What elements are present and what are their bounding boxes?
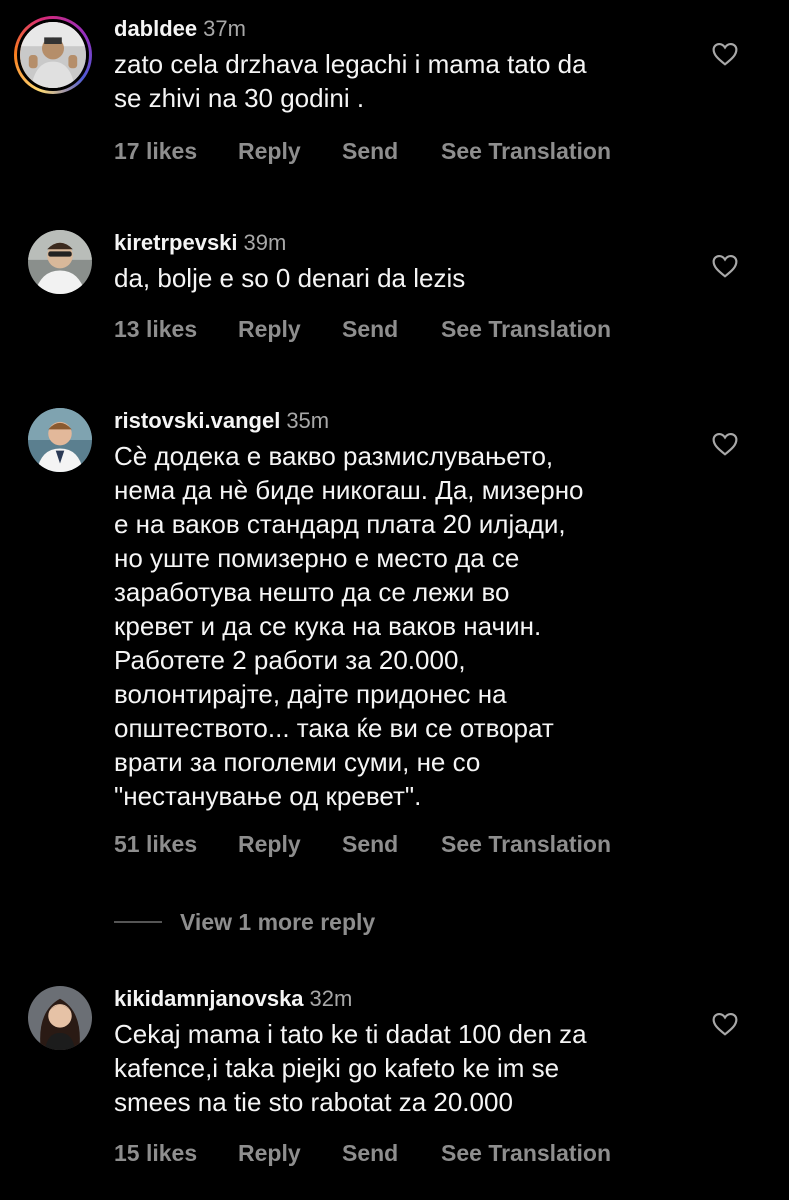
username[interactable]: ristovski.vangel [114,408,280,433]
timestamp: 32m [309,986,353,1011]
heart-outline-icon [712,432,738,456]
avatar-image [28,986,92,1050]
timestamp: 39m [243,230,287,255]
avatar[interactable] [28,408,92,472]
heart-outline-icon [712,1012,738,1036]
comment-meta: kiretrpevski 39m [114,229,694,257]
comment-text: zato cela drzhava legachi i mama tato da… [114,49,587,113]
likes-count[interactable]: 51 likes [114,831,238,858]
like-button[interactable] [712,42,738,66]
avatar[interactable] [28,230,92,294]
comment-actions: 15 likes Reply Send See Translation [114,1140,611,1167]
comment-meta: ristovski.vangel 35m [114,407,694,435]
send-button[interactable]: Send [342,831,441,858]
comment-text: Сѐ додека е вакво размислувањето, нема д… [114,441,584,811]
comment-actions: 13 likes Reply Send See Translation [114,316,611,343]
comment-meta: kikidamnjanovska 32m [114,985,694,1013]
reply-button[interactable]: Reply [238,138,342,165]
avatar-image [28,230,92,294]
timestamp: 35m [286,408,330,433]
heart-outline-icon [712,254,738,278]
like-button[interactable] [712,432,738,456]
reply-button[interactable]: Reply [238,316,342,343]
reply-button[interactable]: Reply [238,831,342,858]
avatar-image [20,22,86,88]
avatar-image [28,408,92,472]
view-more-replies-button[interactable]: View 1 more reply [114,906,375,938]
heart-outline-icon [712,42,738,66]
see-translation-button[interactable]: See Translation [441,1140,611,1167]
see-translation-button[interactable]: See Translation [441,831,611,858]
avatar[interactable] [14,16,92,94]
send-button[interactable]: Send [342,316,441,343]
avatar[interactable] [28,986,92,1050]
reply-button[interactable]: Reply [238,1140,342,1167]
comment-actions: 51 likes Reply Send See Translation [114,831,611,858]
username[interactable]: dabldee [114,16,197,41]
send-button[interactable]: Send [342,1140,441,1167]
username[interactable]: kiretrpevski [114,230,238,255]
send-button[interactable]: Send [342,138,441,165]
likes-count[interactable]: 15 likes [114,1140,238,1167]
see-translation-button[interactable]: See Translation [441,316,611,343]
likes-count[interactable]: 13 likes [114,316,238,343]
like-button[interactable] [712,254,738,278]
timestamp: 37m [203,16,246,41]
comment-text: da, bolje e so 0 denari da lezis [114,263,466,293]
comment-text: Cekaj mama i tato ke ti dadat 100 den za… [114,1019,587,1117]
username[interactable]: kikidamnjanovska [114,986,304,1011]
view-more-replies-label: View 1 more reply [180,908,376,935]
comment-actions: 17 likes Reply Send See Translation [114,138,611,165]
see-translation-button[interactable]: See Translation [441,138,611,165]
like-button[interactable] [712,1012,738,1036]
comment-meta: dabldee 37m [114,15,694,43]
likes-count[interactable]: 17 likes [114,138,238,165]
replies-divider [114,921,162,923]
